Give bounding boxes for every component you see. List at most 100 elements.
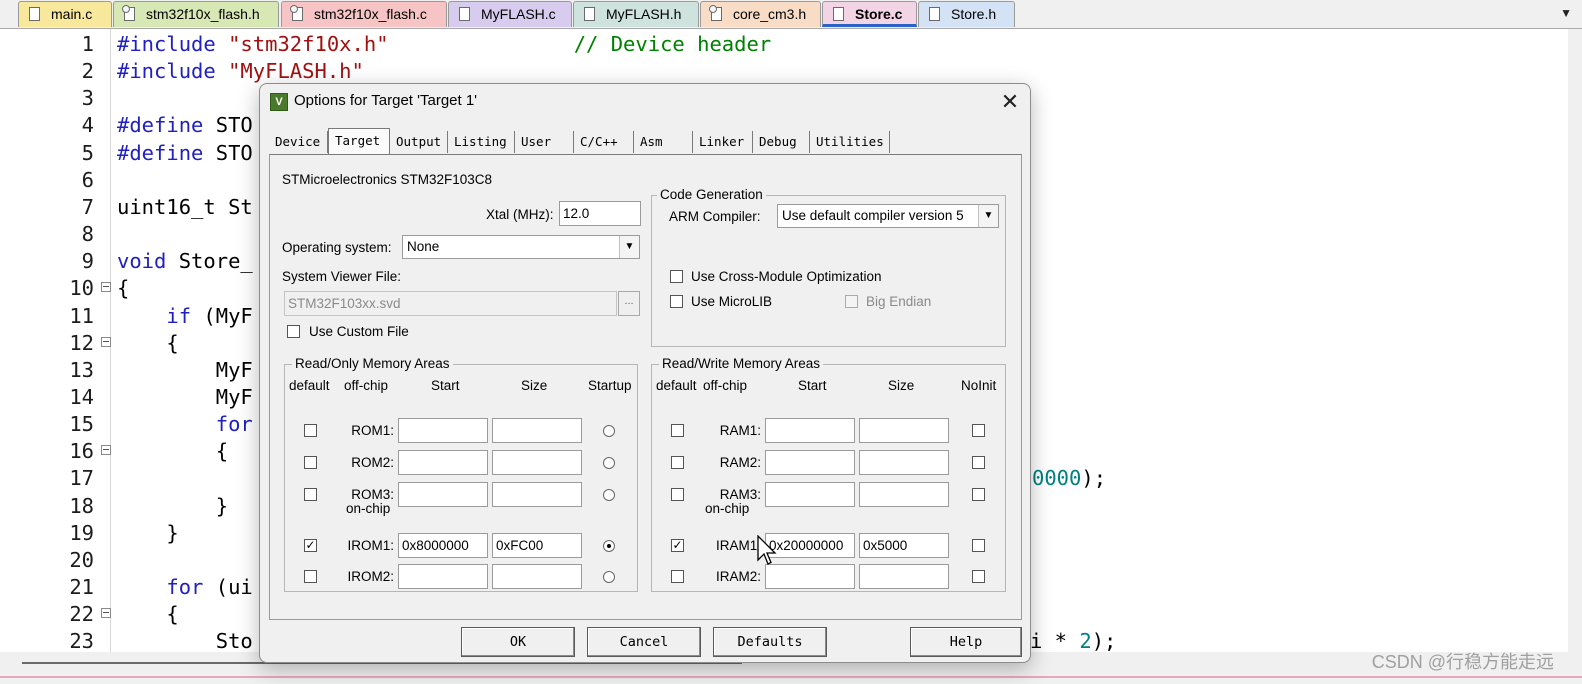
size-input[interactable] <box>859 418 949 443</box>
tab-linker[interactable]: Linker <box>693 131 753 153</box>
start-address-input[interactable] <box>398 450 488 475</box>
chevron-down-icon[interactable]: ▼ <box>619 236 639 258</box>
noinit-checkbox[interactable] <box>972 424 985 437</box>
cross-module-label: Use Cross-Module Optimization <box>691 269 882 284</box>
tab-listing[interactable]: Listing <box>448 131 515 153</box>
code-text: } <box>117 520 178 547</box>
size-input[interactable] <box>492 418 582 443</box>
code-token: { <box>117 439 229 464</box>
close-icon[interactable]: ✕ <box>996 88 1024 116</box>
default-checkbox[interactable] <box>671 570 684 583</box>
defaults-button[interactable]: Defaults <box>713 627 827 657</box>
size-input[interactable]: 0xFC00 <box>492 533 582 558</box>
cancel-button[interactable]: Cancel <box>587 627 701 657</box>
tab-c-c-[interactable]: C/C++ <box>574 131 634 153</box>
tab-user[interactable]: User <box>515 131 574 153</box>
size-input[interactable] <box>492 564 582 589</box>
tab-device[interactable]: Device <box>269 131 328 153</box>
code-generation-title: Code Generation <box>657 187 766 202</box>
line-number: 5 <box>81 140 94 165</box>
compiler-select[interactable]: Use default compiler version 5 ▼ <box>777 204 999 228</box>
tab-debug[interactable]: Debug <box>753 131 810 153</box>
tab-target[interactable]: Target <box>328 128 390 154</box>
file-tab[interactable]: main.c <box>18 1 112 27</box>
file-icon <box>29 7 40 21</box>
start-address-input[interactable] <box>398 564 488 589</box>
default-checkbox[interactable] <box>304 424 317 437</box>
tab-asm[interactable]: Asm <box>634 131 693 153</box>
file-tab[interactable]: stm32f10x_flash.h <box>113 1 279 27</box>
startup-radio[interactable] <box>603 571 615 583</box>
vertical-scrollbar[interactable] <box>1568 29 1582 652</box>
xtal-input[interactable]: 12.0 <box>559 201 641 226</box>
default-checkbox[interactable]: ✓ <box>671 539 684 552</box>
ok-button[interactable]: OK <box>461 627 575 657</box>
noinit-checkbox[interactable] <box>972 539 985 552</box>
size-input[interactable] <box>492 450 582 475</box>
default-checkbox[interactable] <box>671 456 684 469</box>
code-token: #define <box>117 140 216 165</box>
default-checkbox[interactable] <box>671 424 684 437</box>
line-number: 20 <box>69 547 94 572</box>
size-input[interactable] <box>859 564 949 589</box>
cross-module-checkbox[interactable] <box>670 270 683 283</box>
chevron-down-icon[interactable]: ▼ <box>978 205 998 227</box>
startup-radio[interactable] <box>603 540 615 552</box>
os-select[interactable]: None ▼ <box>402 235 640 259</box>
options-dialog: V Options for Target 'Target 1' ✕ Device… <box>259 83 1031 663</box>
size-input[interactable] <box>859 482 949 507</box>
file-tab[interactable]: MyFLASH.h <box>573 1 699 27</box>
file-tab[interactable]: Store.h <box>918 1 1015 27</box>
big-endian-checkbox[interactable] <box>845 295 858 308</box>
start-address-input[interactable]: 0x20000000 <box>765 533 855 558</box>
start-address-input[interactable]: 0x8000000 <box>398 533 488 558</box>
line-number: 1 <box>81 32 94 56</box>
microlib-checkbox[interactable] <box>670 295 683 308</box>
compiler-select-value: Use default compiler version 5 <box>782 208 964 223</box>
tab-list-dropdown-icon[interactable]: ▼ <box>1560 6 1572 20</box>
file-tab[interactable]: MyFLASH.c <box>448 1 572 27</box>
fold-collapse-icon[interactable] <box>101 608 111 619</box>
default-checkbox[interactable] <box>304 456 317 469</box>
default-checkbox[interactable] <box>671 488 684 501</box>
startup-radio[interactable] <box>603 489 615 501</box>
line-number: 15 <box>69 412 94 437</box>
use-custom-file-checkbox[interactable] <box>287 325 300 338</box>
noinit-checkbox[interactable] <box>972 456 985 469</box>
start-address-input[interactable] <box>765 482 855 507</box>
file-tab-label: core_cm3.h <box>733 6 807 22</box>
start-address-input[interactable] <box>398 482 488 507</box>
noinit-checkbox[interactable] <box>972 488 985 501</box>
read-write-memory-title: Read/Write Memory Areas <box>659 356 824 371</box>
memory-row-label: IROM2: <box>347 569 394 584</box>
tab-utilities[interactable]: Utilities <box>810 131 890 153</box>
size-input[interactable] <box>492 482 582 507</box>
fold-collapse-icon[interactable] <box>101 445 111 456</box>
help-button[interactable]: Help <box>910 627 1022 657</box>
default-checkbox[interactable]: ✓ <box>304 539 317 552</box>
start-address-input[interactable] <box>765 418 855 443</box>
default-checkbox[interactable] <box>304 488 317 501</box>
noinit-checkbox[interactable] <box>972 570 985 583</box>
code-token: "stm32f10x.h" <box>228 32 389 56</box>
code-token: for <box>166 575 204 599</box>
file-tab[interactable]: Store.c <box>822 1 917 27</box>
startup-radio[interactable] <box>603 457 615 469</box>
start-address-input[interactable] <box>398 418 488 443</box>
dialog-title: Options for Target 'Target 1' <box>294 92 478 109</box>
size-input[interactable]: 0x5000 <box>859 533 949 558</box>
file-tab[interactable]: stm32f10x_flash.c <box>281 1 447 27</box>
default-checkbox[interactable] <box>304 570 317 583</box>
tab-output[interactable]: Output <box>390 131 448 153</box>
file-tab[interactable]: core_cm3.h <box>700 1 821 27</box>
startup-radio[interactable] <box>603 425 615 437</box>
svd-file-input[interactable]: STM32F103xx.svd <box>284 291 617 316</box>
size-input[interactable] <box>859 450 949 475</box>
fold-collapse-icon[interactable] <box>101 282 111 293</box>
svd-browse-button[interactable]: ... <box>618 291 640 316</box>
fold-collapse-icon[interactable] <box>101 336 111 347</box>
code-text: { <box>117 438 228 465</box>
start-address-input[interactable] <box>765 450 855 475</box>
start-address-input[interactable] <box>765 564 855 589</box>
